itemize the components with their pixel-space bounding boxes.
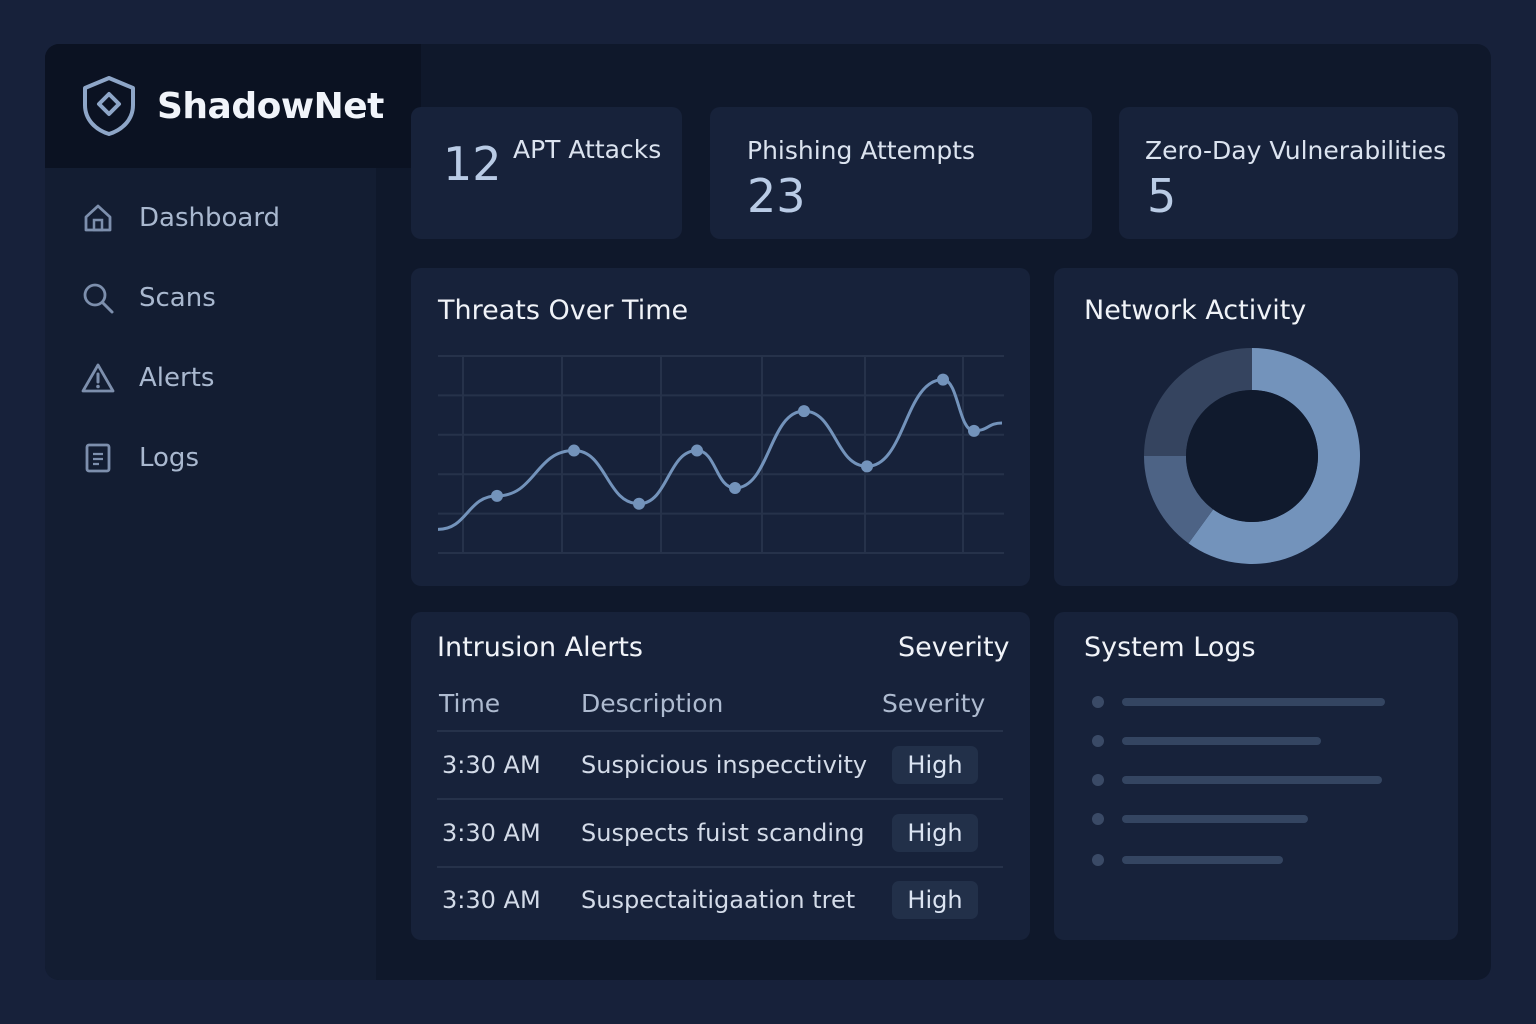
panel-title: Intrusion Alerts (437, 632, 643, 663)
log-bullet (1092, 774, 1104, 786)
column-header-time: Time (439, 689, 501, 718)
threats-data-point[interactable] (691, 444, 703, 457)
stat-card-zeroday[interactable]: Zero-Day Vulnerabilities 5 (1119, 107, 1458, 239)
sidebar-item-scans[interactable]: Scans (81, 276, 216, 320)
severity-badge: High (892, 814, 978, 852)
severity-badge: High (892, 746, 978, 784)
sidebar-item-label: Alerts (139, 363, 215, 393)
panel-title: System Logs (1084, 632, 1256, 663)
log-line[interactable] (1122, 776, 1382, 784)
log-line[interactable] (1122, 815, 1308, 823)
app-window: ShadowNet Dashboard Scans Alerts Logs 12… (45, 44, 1491, 980)
stat-card-phishing[interactable]: Phishing Attempts 23 (710, 107, 1092, 239)
alert-description: Suspectaitigaation tret (581, 886, 856, 914)
intrusion-alerts-panel: Intrusion Alerts Severity Time Descripti… (411, 612, 1030, 940)
shield-logo-icon (83, 76, 135, 136)
sidebar-item-logs[interactable]: Logs (81, 436, 199, 480)
panel-title: Network Activity (1084, 295, 1307, 326)
column-header-severity: Severity (882, 689, 986, 718)
alert-time: 3:30 AM (442, 886, 541, 914)
system-logs-panel: System Logs (1054, 612, 1458, 940)
threats-data-point[interactable] (798, 405, 810, 418)
severity-badge: High (892, 881, 978, 919)
stat-value: 23 (747, 169, 806, 223)
sidebar-item-label: Logs (139, 443, 199, 473)
log-line[interactable] (1122, 737, 1321, 745)
network-activity-panel: Network Activity (1054, 268, 1458, 586)
stat-value: 12 (443, 137, 502, 191)
log-line[interactable] (1122, 698, 1385, 706)
log-bullet (1092, 696, 1104, 708)
threats-line-chart (438, 355, 1004, 554)
log-bullet (1092, 735, 1104, 747)
alert-time: 3:30 AM (442, 819, 541, 847)
sidebar-item-label: Scans (139, 283, 216, 313)
sidebar: Dashboard Scans Alerts Logs (45, 168, 376, 980)
panel-title: Threats Over Time (438, 295, 689, 326)
table-divider (437, 866, 1003, 868)
stat-card-apt[interactable]: 12 APT Attacks (411, 107, 682, 239)
stat-label: Zero-Day Vulnerabilities (1145, 136, 1447, 165)
threats-data-point[interactable] (491, 489, 503, 502)
alert-description: Suspects fuist scanding (581, 819, 865, 847)
warning-icon (81, 361, 115, 395)
sidebar-item-dashboard[interactable]: Dashboard (81, 196, 280, 240)
home-icon (81, 201, 115, 235)
log-bullet (1092, 813, 1104, 825)
threats-data-point[interactable] (937, 373, 949, 386)
threats-chart-panel: Threats Over Time (411, 268, 1030, 586)
sidebar-item-label: Dashboard (139, 203, 281, 233)
donut-hole (1186, 390, 1318, 522)
table-divider (437, 798, 1003, 800)
log-bullet (1092, 854, 1104, 866)
network-donut-chart (1144, 348, 1360, 564)
threats-data-point[interactable] (633, 497, 645, 510)
threats-series-line (438, 378, 1003, 531)
table-divider (437, 730, 1003, 732)
stat-value: 5 (1147, 169, 1177, 223)
brand-name: ShadowNet (157, 85, 384, 127)
stat-label: APT Attacks (513, 135, 662, 164)
search-icon (81, 281, 115, 315)
alert-time: 3:30 AM (442, 751, 541, 779)
threats-data-point[interactable] (861, 460, 873, 473)
threats-data-point[interactable] (729, 481, 741, 494)
stat-label: Phishing Attempts (747, 136, 976, 165)
log-line[interactable] (1122, 856, 1283, 864)
sidebar-item-alerts[interactable]: Alerts (81, 356, 214, 400)
alert-description: Suspicious inspecctivity (581, 751, 868, 779)
threats-data-point[interactable] (968, 424, 980, 437)
document-icon (81, 441, 115, 475)
threats-data-point[interactable] (568, 444, 580, 457)
severity-heading: Severity (898, 632, 1010, 663)
column-header-description: Description (581, 689, 724, 718)
brand-header: ShadowNet (45, 44, 421, 168)
